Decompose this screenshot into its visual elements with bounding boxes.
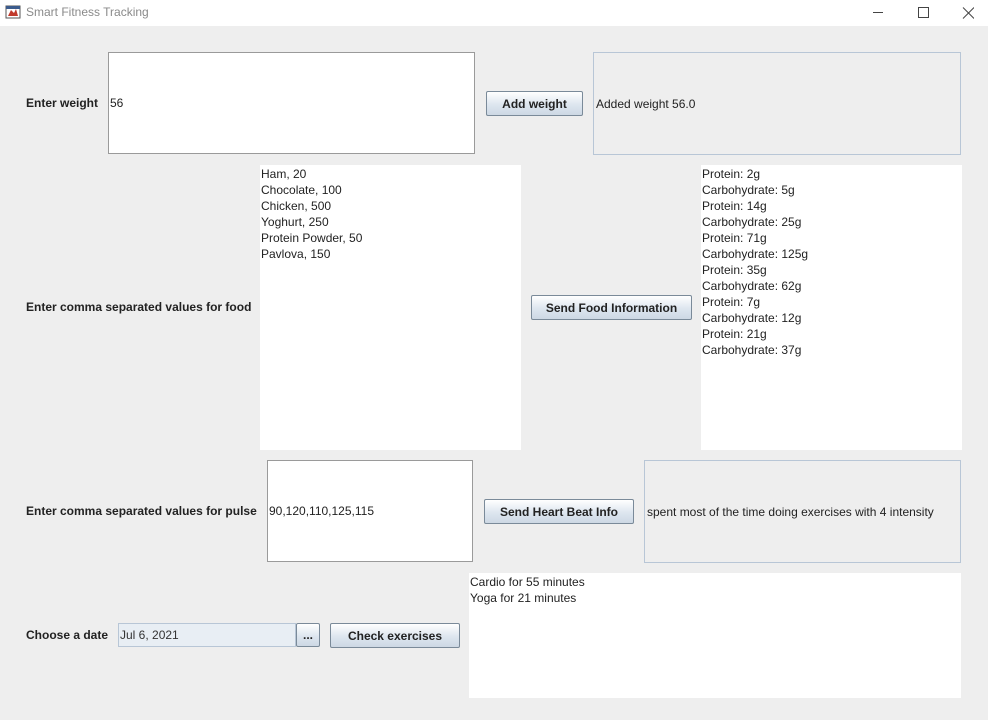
minimize-icon (873, 12, 883, 13)
maximize-button[interactable] (900, 0, 946, 26)
food-input-line: Chicken, 500 (261, 199, 332, 213)
food-input-line: Ham, 20 (261, 167, 307, 181)
food-output-line: Carbohydrate: 125g (702, 247, 809, 261)
minimize-button[interactable] (855, 0, 901, 26)
food-output-line: Carbohydrate: 5g (702, 183, 795, 197)
weight-result: Added weight 56.0 (593, 52, 961, 155)
window-title: Smart Fitness Tracking (26, 5, 149, 19)
food-output-line: Protein: 35g (702, 263, 767, 277)
pulse-input[interactable]: 90,120,110,125,115 (267, 460, 473, 562)
food-output-line: Carbohydrate: 12g (702, 311, 802, 325)
food-output-line: Protein: 7g (702, 295, 761, 309)
food-input-line: Pavlova, 150 (261, 247, 331, 261)
food-input-line: Protein Powder, 50 (261, 231, 363, 245)
date-input[interactable]: Jul 6, 2021 (118, 623, 296, 647)
close-icon (962, 7, 974, 19)
exercise-output-line: Cardio for 55 minutes (470, 575, 585, 589)
food-output-line: Carbohydrate: 37g (702, 343, 802, 357)
add-weight-button[interactable]: Add weight (486, 91, 583, 116)
food-input-line: Chocolate, 100 (261, 183, 342, 197)
food-output-line: Protein: 71g (702, 231, 767, 245)
food-output-line: Protein: 14g (702, 199, 767, 213)
pulse-label: Enter comma separated values for pulse (26, 504, 257, 518)
food-output-line: Protein: 21g (702, 327, 767, 341)
exercise-output: Cardio for 55 minutes Yoga for 21 minutes (469, 573, 961, 698)
food-output-line: Carbohydrate: 25g (702, 215, 802, 229)
date-label: Choose a date (26, 628, 109, 642)
send-food-button[interactable]: Send Food Information (531, 295, 692, 320)
maximize-icon (918, 7, 929, 18)
food-output: Protein: 2g Carbohydrate: 5g Protein: 14g C… (701, 165, 962, 450)
food-output-line: Protein: 2g (702, 167, 761, 181)
pulse-result: spent most of the time doing exercises w… (644, 460, 961, 563)
title-bar: Smart Fitness Tracking (0, 0, 988, 26)
food-input[interactable]: Ham, 20 Chocolate, 100 Chicken, 500 Yoghurt… (260, 165, 521, 450)
food-output-line: Carbohydrate: 62g (702, 279, 802, 293)
weight-input[interactable]: 56 (108, 52, 475, 154)
food-input-line: Yoghurt, 250 (261, 215, 329, 229)
food-label: Enter comma separated values for food (26, 300, 252, 314)
close-button[interactable] (945, 0, 988, 26)
date-picker-button[interactable]: ... (296, 623, 320, 647)
check-exercises-button[interactable]: Check exercises (330, 623, 460, 648)
app-icon (5, 5, 21, 19)
exercise-output-line: Yoga for 21 minutes (470, 591, 577, 605)
weight-label: Enter weight (26, 96, 99, 110)
send-heart-beat-button[interactable]: Send Heart Beat Info (484, 499, 634, 524)
